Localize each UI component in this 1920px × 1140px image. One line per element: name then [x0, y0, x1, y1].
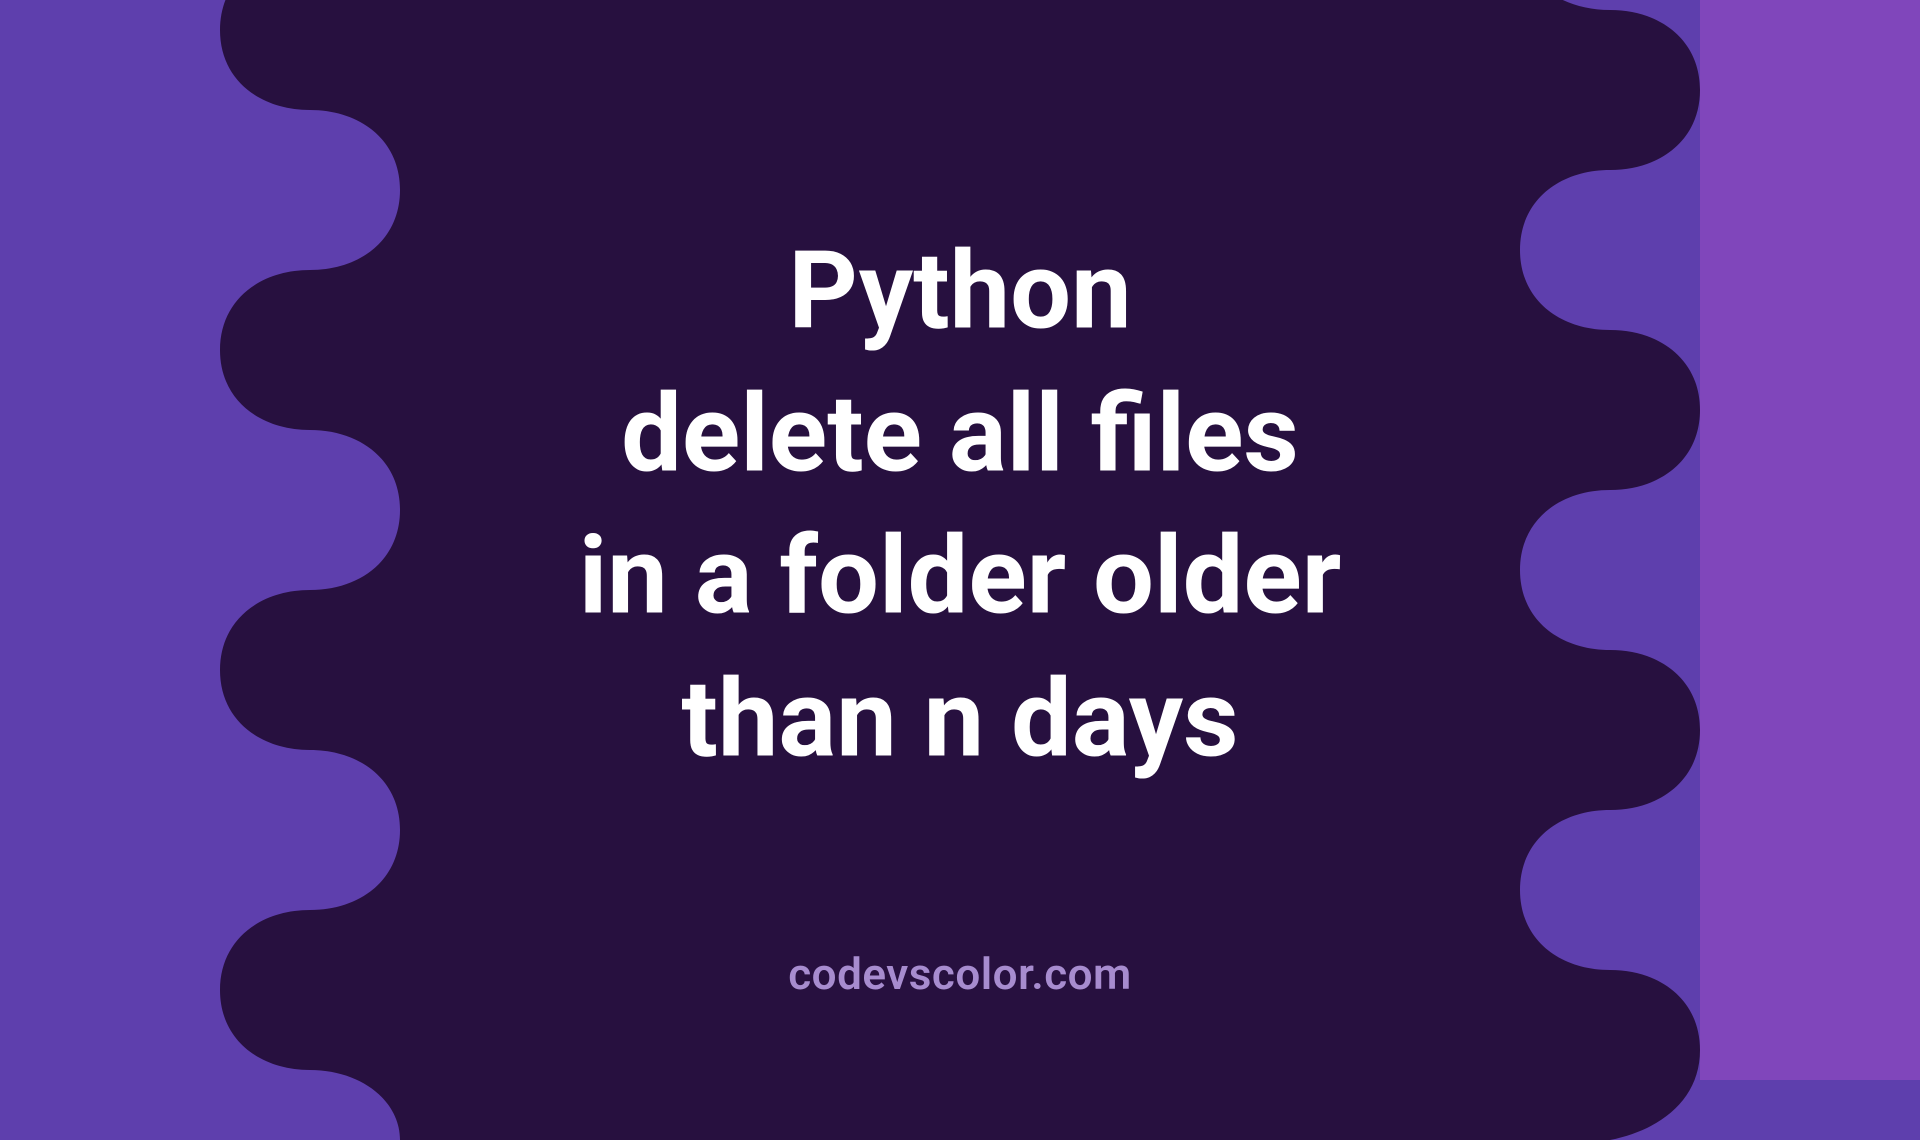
banner-canvas: Python delete all files in a folder olde… — [0, 0, 1920, 1080]
title-line-2: delete all files — [579, 363, 1342, 506]
watermark-text: codevscolor.com — [788, 948, 1132, 1000]
title-line-4: than n days — [579, 648, 1342, 791]
title-line-3: in a folder older — [579, 506, 1342, 649]
title-line-1: Python — [579, 221, 1342, 364]
banner-title: Python delete all files in a folder olde… — [579, 221, 1342, 791]
